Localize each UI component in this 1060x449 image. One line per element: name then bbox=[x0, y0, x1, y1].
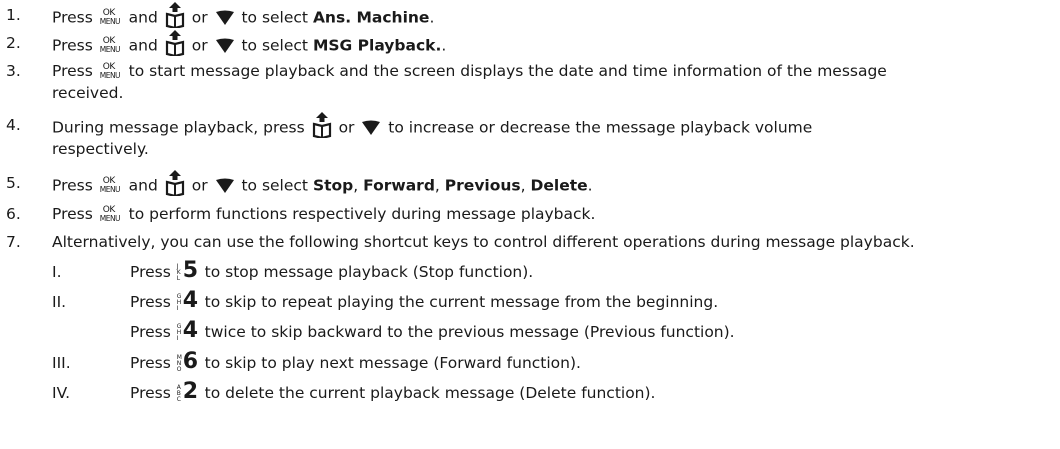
step-number: 5. bbox=[6, 174, 21, 192]
down-arrow-icon bbox=[361, 120, 381, 136]
key-4-icon: GHI4 bbox=[176, 287, 199, 313]
step-number: 4. bbox=[6, 116, 21, 134]
step-number: 6. bbox=[6, 205, 21, 223]
phonebook-up-icon bbox=[165, 2, 185, 30]
phonebook-up-icon bbox=[312, 112, 332, 140]
key-4-icon: GHI4 bbox=[176, 317, 199, 343]
step-number: 7. bbox=[6, 233, 21, 251]
ok-menu-key-icon: OK MENU bbox=[99, 204, 121, 223]
step-number: 3. bbox=[6, 62, 21, 80]
down-arrow-icon bbox=[215, 178, 235, 194]
down-arrow-icon bbox=[215, 10, 235, 26]
phonebook-up-icon bbox=[165, 170, 185, 198]
ok-menu-key-icon: OK MENU bbox=[99, 8, 121, 26]
ok-menu-key-icon: OK MENU bbox=[99, 176, 121, 194]
key-5-icon: JKL5 bbox=[176, 257, 199, 283]
step-number: 2. bbox=[6, 34, 21, 52]
ok-menu-key-icon: OK MENU bbox=[99, 61, 121, 80]
ok-menu-key-icon: OK MENU bbox=[99, 36, 121, 54]
down-arrow-icon bbox=[215, 38, 235, 54]
key-2-icon: ABC2 bbox=[176, 378, 199, 404]
key-6-icon: MNO6 bbox=[176, 348, 199, 374]
phonebook-up-icon bbox=[165, 30, 185, 58]
step-number: 1. bbox=[6, 6, 21, 24]
